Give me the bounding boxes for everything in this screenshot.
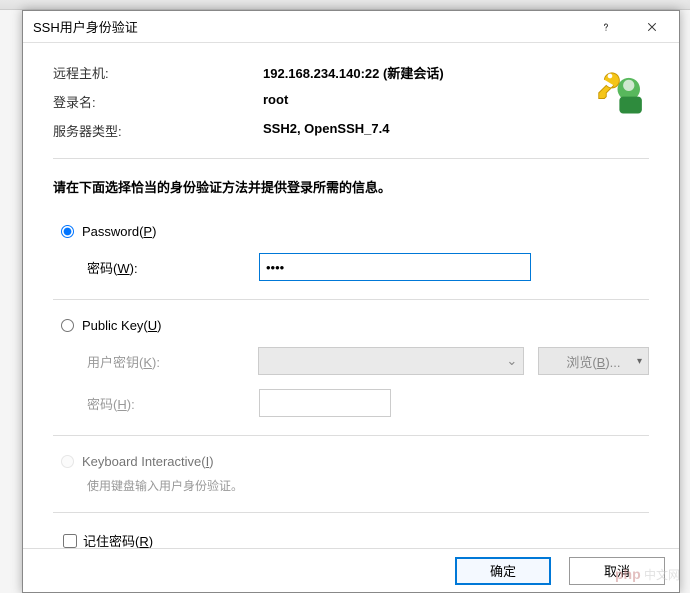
password-input[interactable]: [259, 253, 531, 281]
key-password-row: 密码(H):: [87, 389, 649, 417]
browse-button-label: 浏览(B)...: [566, 352, 620, 371]
cancel-button[interactable]: 取消: [569, 557, 665, 585]
chevron-down-icon: ⌄: [501, 348, 523, 374]
server-type-value: SSH2, OpenSSH_7.4: [263, 121, 389, 140]
remember-password-checkbox[interactable]: [63, 534, 77, 548]
auth-keyboard-section: Keyboard Interactive(I) 使用键盘输入用户身份验证。: [53, 454, 649, 494]
titlebar: SSH用户身份验证: [23, 11, 679, 43]
remote-host-label: 远程主机:: [53, 63, 263, 82]
user-key-row: 用户密钥(K): ⌄ 浏览(B)... ▾: [87, 347, 649, 375]
auth-password-section: Password(P) 密码(W):: [53, 224, 649, 281]
help-button[interactable]: [583, 13, 629, 41]
divider: [53, 299, 649, 300]
divider: [53, 435, 649, 436]
dropdown-arrow-icon: ▾: [637, 356, 642, 367]
keyboard-radio-label: Keyboard Interactive(I): [82, 454, 214, 469]
server-type-row: 服务器类型: SSH2, OpenSSH_7.4: [53, 121, 649, 140]
publickey-radio-row[interactable]: Public Key(U): [61, 318, 649, 333]
key-password-input: [259, 389, 391, 417]
help-icon: [600, 21, 612, 33]
user-key-combo: ⌄: [258, 347, 524, 375]
login-label: 登录名:: [53, 92, 263, 111]
password-radio-row[interactable]: Password(P): [61, 224, 649, 239]
keyboard-radio-row: Keyboard Interactive(I): [61, 454, 649, 469]
password-input-row: 密码(W):: [87, 253, 649, 281]
close-icon: [646, 21, 658, 33]
publickey-radio[interactable]: [61, 319, 74, 332]
instruction-text: 请在下面选择恰当的身份验证方法并提供登录所需的信息。: [53, 177, 649, 196]
remote-host-row: 远程主机: 192.168.234.140:22 (新建会话): [53, 63, 649, 82]
keyboard-radio: [61, 455, 74, 468]
password-radio[interactable]: [61, 225, 74, 238]
user-key-label: 用户密钥(K):: [87, 352, 258, 371]
browse-button: 浏览(B)... ▾: [538, 347, 649, 375]
divider: [53, 512, 649, 513]
close-button[interactable]: [629, 13, 675, 41]
server-type-label: 服务器类型:: [53, 121, 263, 140]
divider: [53, 158, 649, 159]
cancel-button-label: 取消: [604, 561, 630, 580]
ssh-auth-dialog: SSH用户身份验证 远程主机: 192.168.234.140:22 (新建会话…: [22, 10, 680, 593]
password-radio-label: Password(P): [82, 224, 156, 239]
login-value: root: [263, 92, 288, 111]
login-row: 登录名: root: [53, 92, 649, 111]
password-label: 密码(W):: [87, 258, 259, 277]
dialog-title: SSH用户身份验证: [33, 17, 583, 36]
key-password-label: 密码(H):: [87, 394, 259, 413]
dialog-footer: 确定 取消: [23, 548, 679, 592]
keyboard-helper-text: 使用键盘输入用户身份验证。: [87, 477, 649, 494]
remote-host-value: 192.168.234.140:22 (新建会话): [263, 63, 444, 82]
user-key-icon: [595, 61, 655, 121]
ok-button-label: 确定: [490, 561, 516, 580]
publickey-radio-label: Public Key(U): [82, 318, 161, 333]
ok-button[interactable]: 确定: [455, 557, 551, 585]
auth-publickey-section: Public Key(U) 用户密钥(K): ⌄ 浏览(B)... ▾: [53, 318, 649, 417]
